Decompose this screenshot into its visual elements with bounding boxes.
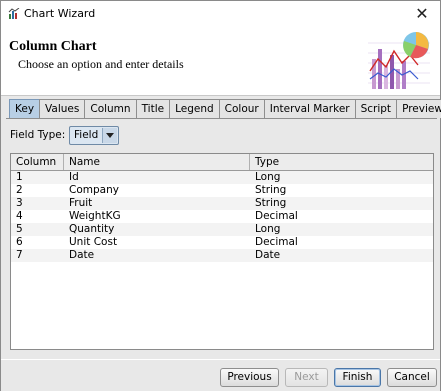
cell-name: Unit Cost — [69, 236, 118, 248]
footer-divider — [1, 359, 440, 360]
cell-column: 4 — [16, 210, 23, 222]
field-type-select[interactable]: Field — [69, 126, 119, 145]
tab-interval-marker[interactable]: Interval Marker — [263, 99, 356, 118]
column-header-name[interactable]: Name — [64, 154, 250, 170]
tab-key[interactable]: Key — [9, 99, 41, 118]
field-type-value: Field — [74, 129, 99, 141]
tab-column[interactable]: Column — [84, 99, 137, 118]
cell-type: Decimal — [255, 236, 298, 248]
table-row[interactable]: 4 WeightKG Decimal — [11, 210, 433, 223]
table-row[interactable]: 3 Fruit String — [11, 197, 433, 210]
chart-illustration-icon — [364, 29, 434, 93]
wizard-header: Column Chart Choose an option and enter … — [1, 27, 440, 95]
field-type-label: Field Type: — [10, 129, 66, 141]
cell-name: WeightKG — [69, 210, 121, 222]
chart-app-icon — [8, 8, 20, 19]
wizard-panel: Key Values Column Title Legend Colour In… — [1, 95, 441, 391]
tab-divider — [6, 118, 437, 119]
tab-values[interactable]: Values — [39, 99, 86, 118]
cell-type: Decimal — [255, 210, 298, 222]
cell-type: String — [255, 184, 287, 196]
cell-type: Long — [255, 171, 281, 183]
next-button[interactable]: Next — [285, 368, 328, 387]
chart-wizard-window: Chart Wizard ✕ Column Chart Choose an op… — [0, 0, 441, 391]
cell-name: Company — [69, 184, 119, 196]
table-row[interactable]: 6 Unit Cost Decimal — [11, 236, 433, 249]
cancel-button[interactable]: Cancel — [387, 368, 437, 387]
cell-name: Id — [69, 171, 79, 183]
window-title: Chart Wizard — [24, 7, 96, 20]
title-bar: Chart Wizard ✕ — [1, 1, 440, 27]
cell-type: Date — [255, 249, 281, 261]
table-row[interactable]: 1 Id Long — [11, 171, 433, 184]
close-button[interactable]: ✕ — [412, 4, 432, 24]
fields-table[interactable]: Column Name Type 1 Id Long 2 Company Str… — [10, 153, 434, 350]
table-header: Column Name Type — [11, 154, 433, 171]
table-row[interactable]: 5 Quantity Long — [11, 223, 433, 236]
chevron-down-icon[interactable] — [102, 128, 117, 143]
table-row[interactable]: 7 Date Date — [11, 249, 433, 262]
tab-script[interactable]: Script — [354, 99, 398, 118]
cell-column: 5 — [16, 223, 23, 235]
cell-name: Fruit — [69, 197, 93, 209]
cell-type: String — [255, 197, 287, 209]
tab-colour[interactable]: Colour — [218, 99, 265, 118]
cell-name: Date — [69, 249, 95, 261]
cell-column: 1 — [16, 171, 23, 183]
tab-title[interactable]: Title — [135, 99, 171, 118]
page-title: Column Chart — [9, 39, 97, 54]
tab-preview[interactable]: Preview — [396, 99, 441, 118]
finish-button[interactable]: Finish — [334, 368, 381, 387]
table-body: 1 Id Long 2 Company String 3 Fruit Strin… — [11, 171, 433, 262]
tab-legend[interactable]: Legend — [169, 99, 220, 118]
cell-column: 7 — [16, 249, 23, 261]
column-header-type[interactable]: Type — [250, 154, 433, 170]
page-subtitle: Choose an option and enter details — [18, 57, 184, 71]
cell-column: 3 — [16, 197, 23, 209]
tab-bar: Key Values Column Title Legend Colour In… — [9, 99, 441, 118]
cell-column: 6 — [16, 236, 23, 248]
cell-name: Quantity — [69, 223, 115, 235]
cell-column: 2 — [16, 184, 23, 196]
column-header-column[interactable]: Column — [11, 154, 64, 170]
table-row[interactable]: 2 Company String — [11, 184, 433, 197]
previous-button[interactable]: Previous — [220, 368, 279, 387]
cell-type: Long — [255, 223, 281, 235]
